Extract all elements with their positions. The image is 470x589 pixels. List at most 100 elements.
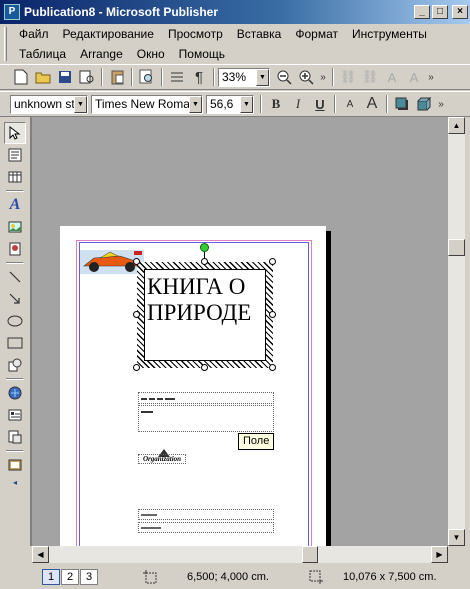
rotate-handle[interactable] xyxy=(200,243,209,252)
menu-window[interactable]: Окно xyxy=(130,47,172,61)
text-box-next-icon: A xyxy=(409,69,419,85)
toolbar-separator xyxy=(161,68,163,86)
publication-workspace[interactable]: КНИГА О ПРИРОДЕ Поле Organization xyxy=(32,117,448,546)
organization-logo-icon[interactable] xyxy=(158,446,170,457)
grow-font-button[interactable]: A xyxy=(361,93,383,115)
resize-handle-e[interactable] xyxy=(269,311,276,318)
organization-name[interactable]: Organization xyxy=(138,454,186,464)
menu-edit[interactable]: Редактирование xyxy=(56,27,161,41)
minimize-button[interactable]: _ xyxy=(414,5,430,19)
chevron-down-icon[interactable]: ▼ xyxy=(240,95,253,113)
scroll-left-button[interactable]: ◀ xyxy=(32,546,49,563)
shadow-icon[interactable] xyxy=(391,93,413,115)
autoshapes-icon[interactable] xyxy=(4,354,26,376)
line-tool-icon[interactable] xyxy=(4,266,26,288)
publisher-app-icon[interactable]: P xyxy=(4,4,20,20)
formatting-toolbar: unknown sty ▼ Times New Roman ▼ 56,6 ▼ B… xyxy=(0,91,470,117)
title-text-box[interactable]: КНИГА О ПРИРОДЕ xyxy=(144,269,266,361)
menu-bar: Файл Редактирование Просмотр Вставка Фор… xyxy=(0,24,470,64)
resize-handle-ne[interactable] xyxy=(269,258,276,265)
chevron-down-icon[interactable]: ▼ xyxy=(256,68,269,86)
select-pointer-icon[interactable] xyxy=(4,122,26,144)
text-box-link-icon: A xyxy=(387,69,397,85)
columns-icon[interactable] xyxy=(166,66,188,88)
resize-handle-nw[interactable] xyxy=(133,258,140,265)
zoom-select[interactable]: 33% ▼ xyxy=(218,67,270,87)
form-control-icon[interactable] xyxy=(4,404,26,426)
date-placeholder-box[interactable] xyxy=(138,392,274,404)
3d-style-icon[interactable] xyxy=(413,93,435,115)
horizontal-scrollbar[interactable]: ◀ ▶ xyxy=(32,546,448,563)
page-tab[interactable]: 2 xyxy=(61,568,79,585)
zoom-in-icon[interactable] xyxy=(295,66,317,88)
vertical-scroll-thumb[interactable] xyxy=(448,239,465,256)
design-gallery-icon[interactable] xyxy=(4,454,26,476)
toolbar-overflow-icon[interactable]: » xyxy=(435,93,447,115)
print-preview-icon[interactable] xyxy=(76,66,98,88)
toolbar-overflow-icon[interactable]: » xyxy=(425,66,437,88)
save-icon[interactable] xyxy=(54,66,76,88)
phone-placeholder-box[interactable] xyxy=(138,522,274,533)
resize-handle-se[interactable] xyxy=(269,364,276,371)
menu-file[interactable]: Файл xyxy=(12,27,56,41)
standard-toolbar: ¶ 33% ▼ » ⛓ ⛓ A A » xyxy=(0,64,470,90)
hot-spot-icon[interactable] xyxy=(4,382,26,404)
picture-frame-icon[interactable] xyxy=(4,216,26,238)
chevron-down-icon[interactable]: ▼ xyxy=(189,95,202,113)
publication-page[interactable]: КНИГА О ПРИРОДЕ Поле Organization xyxy=(60,226,326,546)
address-placeholder-box[interactable] xyxy=(138,509,274,520)
style-select[interactable]: unknown sty ▼ xyxy=(10,94,88,114)
paste-icon[interactable] xyxy=(106,66,128,88)
menu-help[interactable]: Помощь xyxy=(172,47,232,61)
page-tab[interactable]: 3 xyxy=(80,568,98,585)
page-tab[interactable]: 1 xyxy=(42,568,60,585)
resize-handle-sw[interactable] xyxy=(133,364,140,371)
zoom-out-icon[interactable] xyxy=(273,66,295,88)
resize-handle-s[interactable] xyxy=(201,364,208,371)
object-position-icon xyxy=(143,569,157,584)
bold-button[interactable]: B xyxy=(265,93,287,115)
horizontal-scroll-thumb[interactable] xyxy=(302,546,318,563)
scroll-down-button[interactable]: ▼ xyxy=(448,529,465,546)
maximize-button[interactable]: □ xyxy=(432,5,448,19)
table-tool-icon[interactable] xyxy=(4,166,26,188)
tooltip: Поле xyxy=(238,433,275,450)
chevron-down-icon[interactable]: ▼ xyxy=(74,95,87,113)
scroll-right-button[interactable]: ▶ xyxy=(431,546,448,563)
underline-button[interactable]: U xyxy=(309,93,331,115)
object-size: 10,076 x 7,500 cm. xyxy=(342,570,437,583)
close-button[interactable]: × xyxy=(452,5,468,19)
menu-insert[interactable]: Вставка xyxy=(230,27,289,41)
pilcrow-icon[interactable]: ¶ xyxy=(188,66,210,88)
oval-tool-icon[interactable] xyxy=(4,310,26,332)
clip-art-icon[interactable] xyxy=(4,238,26,260)
open-folder-icon[interactable] xyxy=(32,66,54,88)
html-fragment-icon[interactable] xyxy=(4,426,26,448)
arrow-tool-icon[interactable] xyxy=(4,288,26,310)
rectangle-tool-icon[interactable] xyxy=(4,332,26,354)
toolbar-separator xyxy=(6,190,24,192)
menu-tools[interactable]: Инструменты xyxy=(345,27,434,41)
text-placeholder-box[interactable] xyxy=(138,405,274,432)
font-select[interactable]: Times New Roman ▼ xyxy=(91,94,203,114)
wordart-tool-icon[interactable]: A xyxy=(4,194,26,216)
toolbar-separator xyxy=(213,68,215,86)
menu-table[interactable]: Таблица xyxy=(12,47,73,61)
menu-format[interactable]: Формат xyxy=(288,27,345,41)
new-document-icon[interactable] xyxy=(10,66,32,88)
resize-handle-n[interactable] xyxy=(201,258,208,265)
toolbar-overflow-icon[interactable]: » xyxy=(317,66,329,88)
text-box-tool-icon[interactable] xyxy=(4,144,26,166)
italic-button[interactable]: I xyxy=(287,93,309,115)
resize-handle-w[interactable] xyxy=(133,311,140,318)
menu-view[interactable]: Просмотр xyxy=(161,27,230,41)
menu-grip[interactable] xyxy=(4,27,7,61)
find-icon[interactable] xyxy=(136,66,158,88)
scroll-up-button[interactable]: ▲ xyxy=(448,117,465,134)
vertical-scrollbar[interactable]: ▲ ▼ xyxy=(448,117,465,546)
toolbar-separator xyxy=(332,68,334,86)
shrink-font-button[interactable]: A xyxy=(339,93,361,115)
menu-arrange[interactable]: Arrange xyxy=(73,47,130,61)
font-size-select[interactable]: 56,6 ▼ xyxy=(206,94,254,114)
more-tools-icon[interactable]: ◂ xyxy=(4,476,26,488)
